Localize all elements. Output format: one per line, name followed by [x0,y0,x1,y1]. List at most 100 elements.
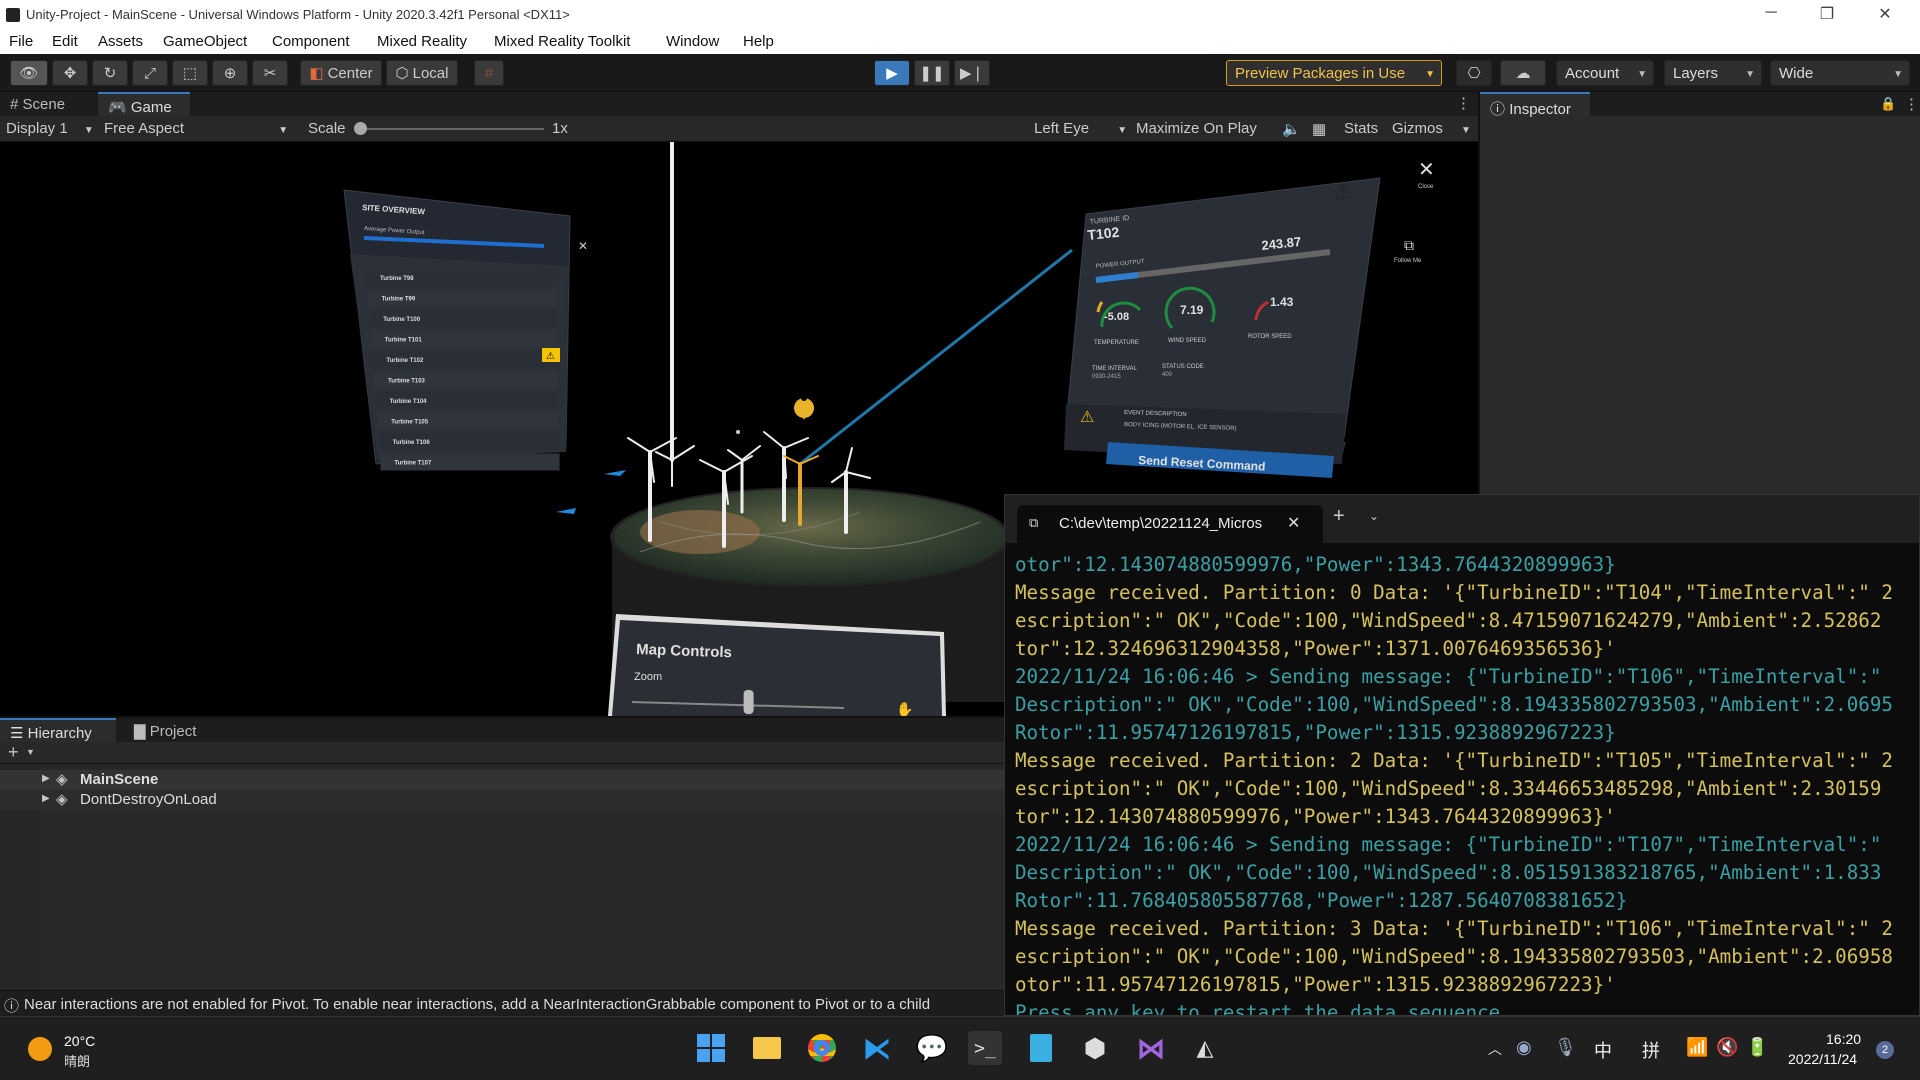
transform-icon: ⊕ [223,65,237,82]
menu-mixed-reality[interactable]: Mixed Reality [377,33,467,50]
layers-dropdown[interactable]: Layers ▼ [1664,60,1762,86]
close-icon[interactable]: ✕ [578,239,588,253]
grid-snap-button[interactable]: # [474,60,504,86]
tab-project[interactable]: ▇ Project [124,718,206,742]
pause-button[interactable]: ❚❚ [914,60,950,86]
menu-gameobject[interactable]: GameObject [163,33,247,50]
more-options-icon[interactable]: ⋮ [1456,94,1471,112]
restore-icon[interactable]: ❐ [1804,4,1850,24]
microphone-icon[interactable]: 🎙 [1554,1037,1577,1058]
site-overview-panel[interactable]: SITE OVERVIEW Average Power Output Turbi… [343,189,571,471]
new-tab-button[interactable]: + [1333,505,1345,528]
view-tabs: # Scene 🎮 Game ⋮ [0,92,1478,116]
add-object-button[interactable]: + [8,742,19,763]
chevron-up-icon[interactable]: ︿ [1488,1039,1502,1059]
close-icon[interactable]: ✕ [1287,513,1300,533]
follow-me-button[interactable]: ⧉ Follow Me [1394,237,1422,264]
status-bar[interactable]: ⓘ Near interactions are not enabled for … [0,990,1004,1016]
display-dropdown[interactable]: Display 1 ▼ [6,120,94,137]
view-tool-button[interactable]: 👁 [10,60,48,86]
menu-help[interactable]: Help [743,33,774,50]
expand-arrow-icon[interactable]: ▶ [42,793,50,804]
chrome-button[interactable] [805,1031,839,1065]
menu-edit[interactable]: Edit [52,33,78,50]
menu-window[interactable]: Window [666,33,719,50]
scale-tool-button[interactable]: ⤢ [132,60,168,86]
custom-tool-button[interactable]: ✂ [252,60,288,86]
tab-hierarchy[interactable]: ☰ Hierarchy [0,718,116,742]
unity-hub-button[interactable]: ⬢ [1078,1031,1112,1065]
close-label: Close [1418,184,1434,190]
wifi-icon[interactable]: 📶 [1686,1037,1708,1058]
move-tool-button[interactable]: ✥ [52,60,88,86]
scale-slider[interactable] [354,122,544,135]
lock-icon[interactable]: 🔒 [1880,96,1896,112]
folder-icon [753,1037,781,1059]
terminal-button[interactable]: >_ [968,1031,1002,1065]
menu-assets[interactable]: Assets [98,33,143,50]
menu-mixed-reality-toolkit[interactable]: Mixed Reality Toolkit [494,33,630,50]
weather-widget[interactable]: 20°C 晴朗 [24,1031,144,1071]
close-icon[interactable]: ✕ [1862,4,1908,24]
file-explorer-button[interactable] [750,1031,784,1065]
steam-icon[interactable]: ◉ [1516,1037,1532,1058]
start-button[interactable] [694,1031,728,1065]
pivot-local-button[interactable]: ⬡ Local [386,60,458,86]
mute-audio-icon[interactable]: 🔈 [1282,120,1301,138]
wechat-button[interactable]: 💬 [915,1031,949,1065]
layout-dropdown[interactable]: Wide ▼ [1770,60,1910,86]
hierarchy-item-dontdestroyonload[interactable]: ▶ ◈ DontDestroyOnLoad [0,790,1004,810]
cloud-button[interactable]: ☁ [1500,60,1546,86]
more-options-icon[interactable]: ⋮ [1904,95,1919,113]
hierarchy-item-mainscene[interactable]: ▶ ◈ MainScene [0,770,1004,790]
visual-studio-button[interactable]: ⋈ [1134,1031,1168,1065]
chevron-down-icon[interactable]: ⌄ [1369,509,1379,523]
zoom-slider-handle[interactable] [743,690,754,714]
collab-button[interactable]: ⎔ [1456,60,1492,86]
terminal-tab[interactable]: ⧉ C:\dev\temp\20221124_Micros ✕ [1017,505,1323,543]
menu-file[interactable]: File [9,33,33,50]
status-message: Near interactions are not enabled for Pi… [24,996,931,1013]
notepad-button[interactable] [1024,1031,1058,1065]
location-pin-icon[interactable] [794,395,815,420]
account-dropdown[interactable]: Account ▼ [1556,60,1654,86]
volume-muted-icon[interactable]: 🔇 [1716,1037,1738,1058]
play-button[interactable]: ▶ [874,60,910,86]
tab-scene[interactable]: # Scene [0,92,75,116]
ime-mode-indicator[interactable]: 拼 [1642,1037,1660,1063]
aspect-dropdown[interactable]: Free Aspect ▼ [104,120,288,137]
chevron-down-icon[interactable]: ▼ [26,747,35,757]
battery-icon[interactable]: 🔋 [1746,1037,1768,1058]
rect-tool-button[interactable]: ⬚ [172,60,208,86]
transform-tool-button[interactable]: ⊕ [212,60,248,86]
clock-date[interactable]: 2022/11/24 [1788,1051,1857,1067]
pivot-center-button[interactable]: ◧ Center [300,60,382,86]
wind-turbines[interactable] [627,142,871,548]
expand-arrow-icon[interactable]: ▶ [42,773,50,784]
step-button[interactable]: ▶❘ [954,60,990,86]
clock-time[interactable]: 16:20 [1826,1031,1861,1047]
maximize-on-play-toggle[interactable]: Maximize On Play [1136,120,1257,137]
unity-editor-button[interactable]: ◭ [1188,1031,1222,1065]
vscode-button[interactable]: ⧔ [860,1031,894,1065]
terminal-output[interactable]: otor":12.143074880599976,"Power":1343.76… [1015,551,1919,1015]
scale-slider-handle[interactable] [354,122,367,135]
eye-dropdown[interactable]: Left Eye ▼ [1034,120,1127,137]
notification-badge[interactable]: 2 [1876,1041,1894,1059]
ime-indicator[interactable]: 中 [1594,1037,1612,1063]
menu-component[interactable]: Component [272,33,350,50]
turbine-detail-panel[interactable]: ⚠ TURBINE ID T102 243.87 POWER OUTPUT -5… [1064,142,1381,478]
rotate-tool-button[interactable]: ↻ [92,60,128,86]
layout-label: Wide [1779,64,1814,82]
terminal-line: tor":12.143074880599976,"Power":1343.764… [1015,805,1616,828]
preview-packages-dropdown[interactable]: Preview Packages in Use ▼ [1226,60,1442,86]
gizmos-dropdown[interactable]: Gizmos ▼ [1392,120,1471,137]
terminal-window[interactable]: ⧉ C:\dev\temp\20221124_Micros ✕ + ⌄ otor… [1004,494,1920,1016]
stats-toggle[interactable]: Stats [1344,120,1378,137]
turbine-model[interactable] [655,142,695,487]
tab-inspector[interactable]: ⓘ Inspector [1480,92,1590,118]
close-panel-button[interactable]: ✕ Close [1418,159,1435,190]
minimize-icon[interactable]: ─ [1748,4,1794,22]
grid-toggle-icon[interactable]: ▦ [1312,120,1326,138]
tab-game[interactable]: 🎮 Game [98,92,190,116]
